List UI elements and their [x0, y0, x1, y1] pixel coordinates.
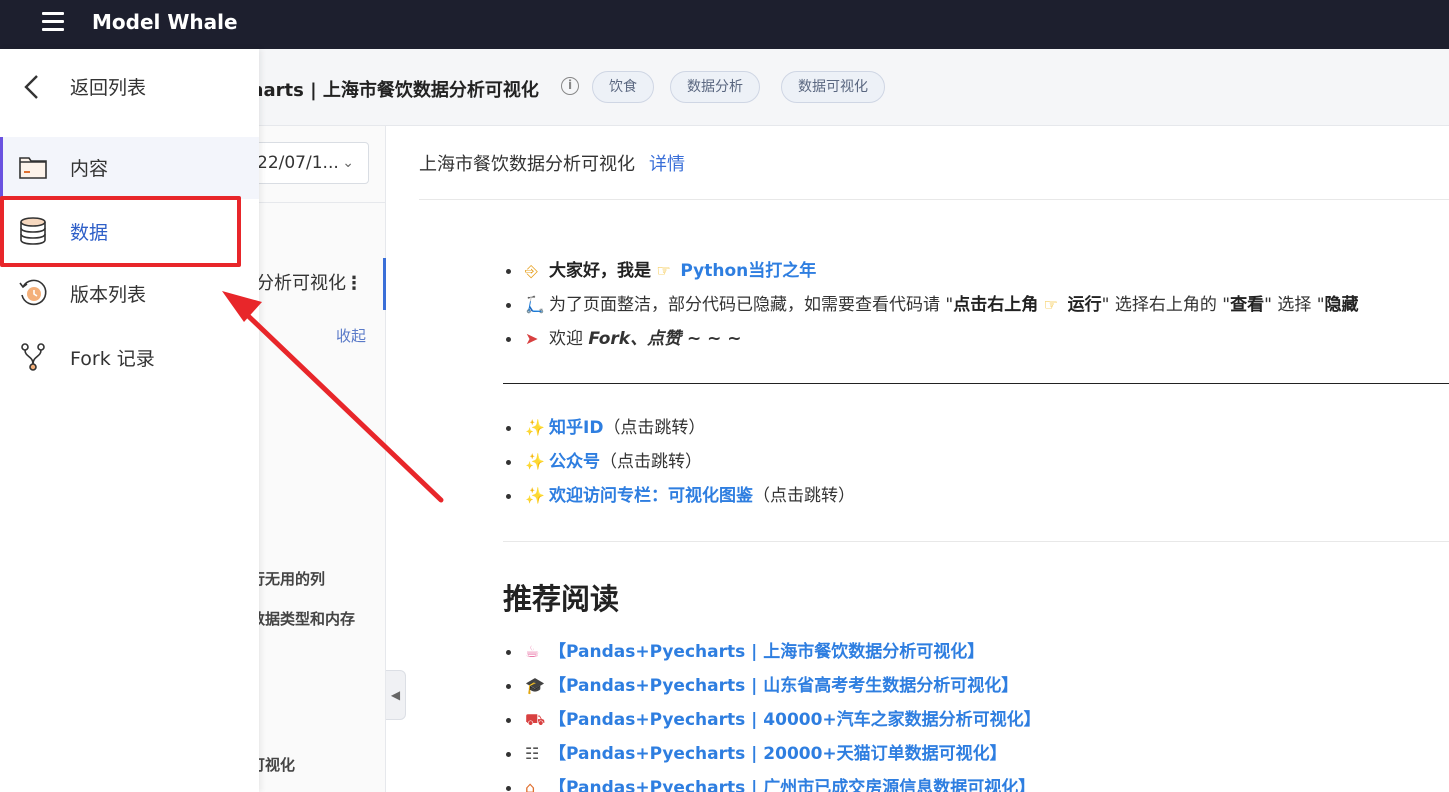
fork-icon: [21, 343, 45, 371]
sidebar-item-fork[interactable]: Fork 记录: [0, 327, 259, 389]
tag-diet[interactable]: 饮食: [592, 71, 654, 103]
list-item: 🛴 为了页面整洁，部分代码已隐藏，如需要查看代码请 "点击右上角 ☞ 运行" 选择右…: [506, 288, 1449, 322]
hamburger-menu-icon[interactable]: [42, 12, 64, 32]
notebook-list-item[interactable]: 分析可视化 ⋮: [240, 258, 386, 310]
divider: [419, 199, 1449, 200]
back-label: 返回列表: [70, 77, 147, 99]
zhihu-link[interactable]: 知乎ID: [549, 418, 603, 438]
sparkles-icon: ✨: [525, 418, 545, 437]
trident-icon: ⎆: [525, 261, 538, 280]
list-item: 🎓 【Pandas+Pyecharts | 山东省高考考生数据分析可视化】: [506, 669, 1449, 703]
sidebar-item-content[interactable]: 内容: [0, 137, 259, 199]
divider: [503, 541, 1449, 542]
version-select-value: 22/07/1...: [257, 153, 339, 173]
list-item: ☷ 【Pandas+Pyecharts | 20000+天猫订单数据可视化】: [506, 737, 1449, 771]
pointing-hand-icon: ☞: [1043, 295, 1058, 314]
sidebar-item-label: 内容: [70, 158, 109, 180]
list-item: ✨ 公众号（点击跳转）: [506, 445, 1449, 479]
left-sidebar: 返回列表 内容 数据 版本列表 Fork 记录: [0, 49, 259, 792]
recommend-list: ☕ 【Pandas+Pyecharts | 上海市餐饮数据分析可视化】 🎓 【Pan…: [506, 635, 1449, 792]
article-link[interactable]: 【Pandas+Pyecharts | 山东省高考考生数据分析可视化】: [549, 676, 1018, 696]
wechat-account-link[interactable]: 公众号: [549, 452, 600, 472]
more-options-icon[interactable]: ⋮: [345, 258, 363, 310]
pointing-hand-icon: ☞: [656, 261, 671, 280]
house-icon: ⌂: [525, 778, 536, 792]
list-item: ➤ 欢迎 Fork、点赞 ~ ~ ~: [506, 322, 1449, 356]
list-item: ☕ 【Pandas+Pyecharts | 上海市餐饮数据分析可视化】: [506, 635, 1449, 669]
links-list: ✨ 知乎ID（点击跳转） ✨ 公众号（点击跳转） ✨ 欢迎访问专栏：可视化图鉴（点击跳…: [506, 411, 1449, 513]
sparkles-icon: ✨: [525, 452, 545, 471]
shopping-cart-icon: ☷: [525, 744, 540, 763]
window-icon: [19, 157, 47, 179]
info-icon[interactable]: i: [561, 77, 579, 95]
brand-logo[interactable]: Model Whale: [92, 10, 238, 34]
back-to-list-button[interactable]: 返回列表: [0, 49, 259, 126]
toc-item[interactable]: 数据类型和内存: [250, 608, 355, 629]
drink-icon: ☕: [525, 642, 540, 661]
horizontal-rule: [503, 383, 1449, 384]
article-link[interactable]: 【Pandas+Pyecharts | 广州市已成交房源信息数据可视化】: [549, 778, 1035, 792]
collapse-link[interactable]: 收起: [336, 325, 366, 346]
project-title: charts | 上海市餐饮数据分析可视化: [240, 80, 539, 101]
annotation-highlight-box: [0, 196, 241, 267]
article-link[interactable]: 【Pandas+Pyecharts | 40000+汽车之家数据分析可视化】: [549, 710, 1041, 730]
history-clock-icon: [19, 279, 47, 306]
collapse-panel-handle[interactable]: ◀: [386, 670, 406, 720]
sparkles-icon: ✨: [525, 486, 545, 505]
author-link[interactable]: Python当打之年: [680, 261, 816, 281]
content-title: 上海市餐饮数据分析可视化: [419, 154, 635, 175]
top-bar: Model Whale: [0, 0, 1449, 49]
article-link[interactable]: 【Pandas+Pyecharts | 上海市餐饮数据分析可视化】: [549, 642, 984, 662]
version-select[interactable]: 22/07/1... ⌄: [240, 142, 369, 184]
details-link[interactable]: 详情: [649, 154, 685, 175]
tag-data-visualization[interactable]: 数据可视化: [781, 71, 885, 103]
section-heading: 推荐阅读: [503, 582, 620, 616]
scooter-icon: 🛴: [525, 295, 545, 314]
notebook-item-label: 分析可视化: [256, 273, 346, 294]
list-item: ⎆ 大家好，我是 ☞ Python当打之年: [506, 254, 1449, 288]
list-item: ⌂ 【Pandas+Pyecharts | 广州市已成交房源信息数据可视化】: [506, 771, 1449, 792]
car-icon: ⛟: [525, 710, 546, 729]
chevron-left-icon: [24, 75, 38, 99]
intro-list: ⎆ 大家好，我是 ☞ Python当打之年 🛴 为了页面整洁，部分代码已隐藏，如需要查…: [506, 254, 1449, 356]
content-header: 上海市餐饮数据分析可视化 详情: [419, 150, 685, 176]
column-link[interactable]: 欢迎访问专栏：可视化图鉴: [549, 486, 753, 506]
list-item: ✨ 知乎ID（点击跳转）: [506, 411, 1449, 445]
toc-item[interactable]: 行无用的列: [250, 568, 325, 589]
notebook-content: 上海市餐饮数据分析可视化 详情 ⎆ 大家好，我是 ☞ Python当打之年 🛴 为了页面…: [387, 126, 1449, 792]
tag-data-analysis[interactable]: 数据分析: [670, 71, 760, 103]
graduate-icon: 🎓: [525, 676, 545, 695]
chevron-down-icon: ⌄: [342, 155, 354, 171]
list-item: ✨ 欢迎访问专栏：可视化图鉴（点击跳转）: [506, 479, 1449, 513]
rocket-icon: ➤: [525, 329, 539, 348]
article-link[interactable]: 【Pandas+Pyecharts | 20000+天猫订单数据可视化】: [549, 744, 1007, 764]
sidebar-item-label: 版本列表: [70, 284, 147, 306]
sidebar-item-label: Fork 记录: [70, 348, 155, 370]
list-item: ⛟ 【Pandas+Pyecharts | 40000+汽车之家数据分析可视化】: [506, 703, 1449, 737]
sidebar-item-versions[interactable]: 版本列表: [0, 263, 259, 325]
divider: [240, 202, 386, 203]
